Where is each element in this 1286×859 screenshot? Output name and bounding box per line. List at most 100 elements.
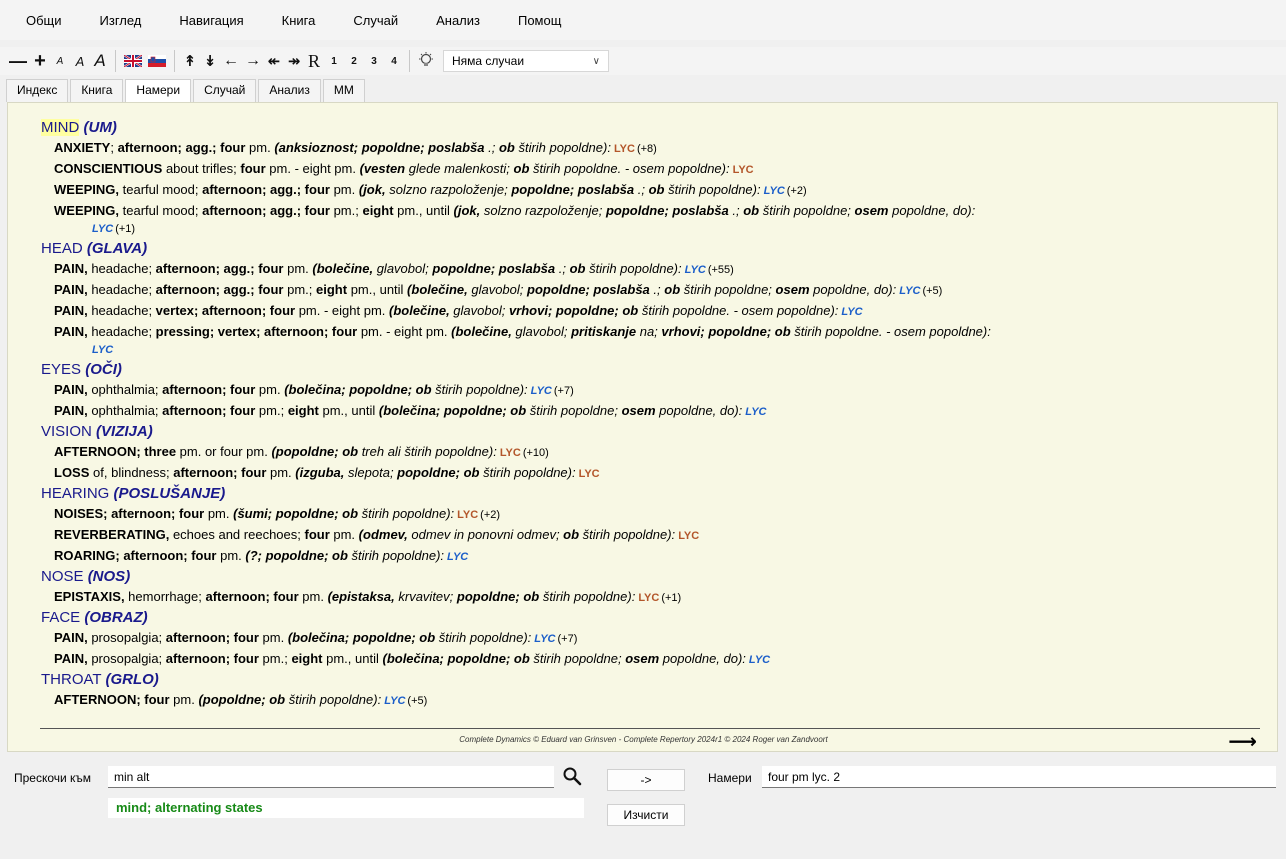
chapter-heading[interactable]: HEAD (GLAVA) xyxy=(41,240,1266,258)
chapter-heading[interactable]: THROAT (GRLO) xyxy=(41,671,1266,689)
jump-suggestion[interactable]: mind; alternating states xyxy=(108,798,584,818)
expand-icon[interactable]: + xyxy=(30,49,50,73)
font-small-button[interactable]: A xyxy=(50,49,70,73)
jump-label: Прескочи към xyxy=(14,771,92,785)
rubric-row[interactable]: WEEPING, tearful mood; afternoon; agg.; … xyxy=(41,181,1266,200)
chapter-heading[interactable]: EYES (OČI) xyxy=(41,361,1266,379)
remedy-link[interactable]: LYC xyxy=(534,633,555,645)
rubric-text: pm. xyxy=(298,589,328,604)
rubric-row[interactable]: AFTERNOON; four pm. (popoldne; ob štirih… xyxy=(41,691,1266,710)
rubric-row[interactable]: REVERBERATING, echoes and reechoes; four… xyxy=(41,526,1266,545)
rubric-row[interactable]: PAIN, prosopalgia; afternoon; four pm.; … xyxy=(41,650,1266,669)
remedy-r-button[interactable]: R xyxy=(304,49,324,73)
clear-button[interactable]: Изчисти xyxy=(607,804,685,826)
arrow-left-icon[interactable]: ← xyxy=(220,49,242,73)
remedy-link[interactable]: LYC xyxy=(841,306,862,318)
rubric-text: štirih popoldne. - osem popoldne): xyxy=(529,161,730,176)
rubric-row[interactable]: AFTERNOON; three pm. or four pm. (popold… xyxy=(41,443,1266,462)
arrow-up-icon[interactable]: ↟ xyxy=(180,49,200,73)
chapter-heading[interactable]: VISION (VIZIJA) xyxy=(41,423,1266,441)
rubric-text: osem xyxy=(621,403,656,418)
next-page-arrow-icon[interactable]: ⟶ xyxy=(1228,729,1257,754)
remedy-link[interactable]: LYC xyxy=(579,468,600,480)
rubric-row[interactable]: CONSCIENTIOUS about trifles; four pm. - … xyxy=(41,160,1266,179)
rubric-row[interactable]: EPISTAXIS, hemorrhage; afternoon; four p… xyxy=(41,588,1266,607)
remedy-link[interactable]: LYC xyxy=(749,654,770,666)
flag-english-icon[interactable] xyxy=(121,49,145,73)
chevron-down-icon: ∨ xyxy=(592,55,600,67)
flag-slovenian-icon[interactable] xyxy=(145,49,169,73)
toolbar-separator xyxy=(174,50,175,72)
tab[interactable]: Анализ xyxy=(258,79,321,102)
level-4-button[interactable]: 4 xyxy=(384,49,404,73)
remedy-link[interactable]: LYC xyxy=(678,530,699,542)
tab[interactable]: ММ xyxy=(322,79,365,102)
menu-item[interactable]: Изглед xyxy=(88,13,154,28)
arrow-down-icon[interactable]: ↡ xyxy=(200,49,220,73)
tab[interactable]: Индекс xyxy=(6,79,69,102)
remedy-link[interactable]: LYC xyxy=(614,143,635,155)
arrow-right-icon[interactable]: → xyxy=(242,49,264,73)
tab[interactable]: Книга xyxy=(70,79,124,102)
font-medium-button[interactable]: A xyxy=(70,49,90,73)
remedy-link[interactable]: LYC xyxy=(745,406,766,418)
rubric-row[interactable]: PAIN, ophthalmia; afternoon; four pm.; e… xyxy=(41,402,1266,421)
chapter-heading[interactable]: FACE (OBRAZ) xyxy=(41,609,1266,627)
remedy-link[interactable]: LYC xyxy=(384,695,405,707)
rubric-row[interactable]: PAIN, headache; pressing; vertex; aftern… xyxy=(41,323,1266,359)
double-arrow-right-icon[interactable]: ↠ xyxy=(284,49,304,73)
remedy-link[interactable]: LYC xyxy=(92,223,113,235)
rubric-row[interactable]: PAIN, prosopalgia; afternoon; four pm. (… xyxy=(41,629,1266,648)
level-2-button[interactable]: 2 xyxy=(344,49,364,73)
chapter-translation: (UM) xyxy=(83,119,117,136)
jump-input[interactable]: min alt xyxy=(108,766,554,788)
rubric-row[interactable]: PAIN, headache; vertex; afternoon; four … xyxy=(41,302,1266,321)
find-label: Намери xyxy=(708,771,752,785)
remedy-link[interactable]: LYC xyxy=(531,385,552,397)
chapter-heading[interactable]: NOSE (NOS) xyxy=(41,568,1266,586)
chapter-heading[interactable]: HEARING (POSLUŠANJE) xyxy=(41,485,1266,503)
level-1-button[interactable]: 1 xyxy=(324,49,344,73)
remedy-link[interactable]: LYC xyxy=(447,551,468,563)
font-large-button[interactable]: A xyxy=(90,49,110,73)
rubric-text: .; xyxy=(484,140,499,155)
remedy-link[interactable]: LYC xyxy=(764,185,785,197)
rubric-text: (bolečina; popoldne; ob xyxy=(287,630,436,645)
remedy-link[interactable]: LYC xyxy=(638,592,659,604)
remedy-link[interactable]: LYC xyxy=(457,509,478,521)
remedy-link[interactable]: LYC xyxy=(899,285,920,297)
remedy-link[interactable]: LYC xyxy=(92,344,113,356)
rubric-row[interactable]: ROARING; afternoon; four pm. (?; popoldn… xyxy=(41,547,1266,566)
rubric-text: (jok, xyxy=(453,203,481,218)
rubric-row[interactable]: PAIN, headache; afternoon; agg.; four pm… xyxy=(41,260,1266,279)
rubric-row[interactable]: PAIN, ophthalmia; afternoon; four pm. (b… xyxy=(41,381,1266,400)
rubric-row[interactable]: WEEPING, tearful mood; afternoon; agg.; … xyxy=(41,202,1266,238)
collapse-icon[interactable]: — xyxy=(6,49,30,73)
remedy-link[interactable]: LYC xyxy=(500,447,521,459)
menu-item[interactable]: Общи xyxy=(14,13,74,28)
tab[interactable]: Случай xyxy=(193,79,257,102)
chapter-heading[interactable]: MIND (UM) xyxy=(41,119,1266,137)
find-input[interactable]: four pm lyc. 2 xyxy=(762,766,1276,788)
menu-item[interactable]: Навигация xyxy=(167,13,255,28)
double-arrow-left-icon[interactable]: ↞ xyxy=(264,49,284,73)
rubric-row[interactable]: NOISES; afternoon; four pm. (šumi; popol… xyxy=(41,505,1266,524)
menu-item[interactable]: Помощ xyxy=(506,13,573,28)
level-3-button[interactable]: 3 xyxy=(364,49,384,73)
lightbulb-icon[interactable] xyxy=(415,49,437,73)
remedy-link[interactable]: LYC xyxy=(733,164,754,176)
rubric-row[interactable]: ANXIETY; afternoon; agg.; four pm. (anks… xyxy=(41,139,1266,158)
rubric-text: PAIN, xyxy=(54,382,88,397)
menu-item[interactable]: Случай xyxy=(341,13,410,28)
search-icon[interactable] xyxy=(562,766,584,788)
rubric-row[interactable]: LOSS of, blindness; afternoon; four pm. … xyxy=(41,464,1266,483)
menu-item[interactable]: Книга xyxy=(270,13,328,28)
menu-item[interactable]: Анализ xyxy=(424,13,492,28)
rubric-text: pm. xyxy=(283,261,313,276)
rubric-row[interactable]: PAIN, headache; afternoon; agg.; four pm… xyxy=(41,281,1266,300)
case-select[interactable]: Няма случаи ∨ xyxy=(443,50,609,72)
go-button[interactable]: -> xyxy=(607,769,685,791)
rubric-text: .; xyxy=(634,182,649,197)
remedy-link[interactable]: LYC xyxy=(685,264,706,276)
tab[interactable]: Намери xyxy=(125,79,192,102)
